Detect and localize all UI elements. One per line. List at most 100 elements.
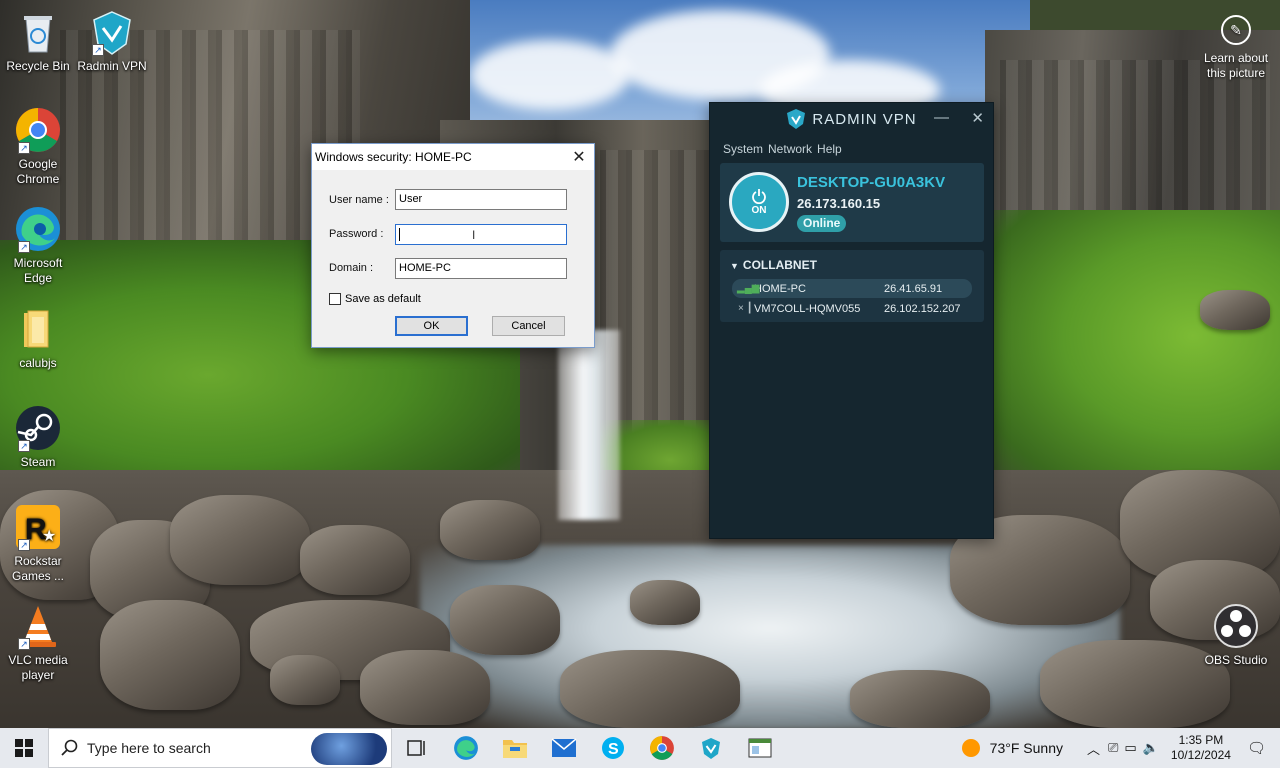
weather-widget[interactable]: 73°F Sunny <box>961 739 1063 757</box>
desktop-icon-label: Steam <box>20 455 56 469</box>
taskbar-radmin-vpn[interactable] <box>686 728 735 768</box>
network-header[interactable]: ▼ COLLABNET <box>730 258 817 272</box>
vpn-brand: RADMIN VPN <box>812 110 917 128</box>
system-tray: 73°F Sunny ︿ ⎚ ▭ 🔈 1:35 PM 10/12/2024 🗨 <box>961 728 1280 768</box>
desktop-icon-radmin-vpn[interactable]: ↗ Radmin VPN <box>74 8 150 74</box>
learn-label: Learn about this picture <box>1203 51 1269 80</box>
vlc-icon: ↗ <box>14 602 62 650</box>
dialog-close-button[interactable]: ✕ <box>564 144 594 170</box>
power-label: ON <box>751 205 767 216</box>
chevron-down-icon: ▼ <box>730 261 739 271</box>
dialog-titlebar[interactable]: Windows security: HOME-PC ✕ <box>312 144 594 170</box>
weather-text: 73°F Sunny <box>989 740 1063 756</box>
search-highlight-image <box>311 733 387 765</box>
folder-icon <box>14 305 62 353</box>
peer-ip: 26.41.65.91 <box>884 282 943 295</box>
taskbar: Type here to search S 73°F Sunny ︿ ⎚ ▭ 🔈… <box>0 728 1280 768</box>
taskbar-edge[interactable] <box>441 728 490 768</box>
vpn-menu-bar: System Network Help <box>723 142 842 156</box>
taskbar-file-explorer[interactable] <box>490 728 539 768</box>
domain-field[interactable]: HOME-PC <box>395 258 567 279</box>
desktop-icon-vlc[interactable]: ↗ VLC media player <box>0 602 76 683</box>
taskbar-chrome[interactable] <box>637 728 686 768</box>
menu-system[interactable]: System <box>723 142 763 156</box>
desktop-icon-microsoft-edge[interactable]: ↗ Microsoft Edge <box>0 205 76 286</box>
windows-security-dialog: Windows security: HOME-PC ✕ User name : … <box>311 143 595 348</box>
display-icon[interactable]: ▭ <box>1124 740 1136 756</box>
radmin-icon: ↗ <box>88 8 136 56</box>
desktop-icon-recycle-bin[interactable]: Recycle Bin <box>0 8 76 74</box>
learn-about-picture[interactable]: ✎ Learn about this picture <box>1196 15 1276 81</box>
window-app-icon <box>748 738 771 758</box>
taskbar-window-app[interactable] <box>735 728 784 768</box>
camera-icon: ✎ <box>1221 15 1251 45</box>
clock[interactable]: 1:35 PM 10/12/2024 <box>1171 733 1231 763</box>
vpn-titlebar[interactable]: RADMIN VPN — ✕ <box>710 103 993 135</box>
start-button[interactable] <box>0 728 48 768</box>
checkbox-box[interactable] <box>329 293 341 305</box>
username-field[interactable]: User <box>395 189 567 210</box>
cancel-button[interactable]: Cancel <box>492 316 565 336</box>
desktop-icon-label: calubjs <box>19 356 57 370</box>
desktop-icon-obs-studio[interactable]: OBS Studio <box>1198 602 1274 668</box>
desktop-icon-calubjs[interactable]: calubjs <box>0 305 76 371</box>
desktop-icon-rockstar-games[interactable]: R ★ ↗ Rockstar Games ... <box>0 503 76 584</box>
peer-row[interactable]: ▂▄▆ HOME-PC 26.41.65.91 <box>732 279 972 298</box>
text-cursor-icon: I <box>472 228 476 242</box>
peer-name: HOME-PC <box>754 282 806 295</box>
chevron-up-icon[interactable]: ︿ <box>1087 739 1100 758</box>
save-default-checkbox[interactable]: Save as default <box>329 293 421 305</box>
vpn-close-button[interactable]: ✕ <box>971 109 984 127</box>
status-badge: Online <box>797 215 847 232</box>
radmin-vpn-window: RADMIN VPN — ✕ System Network Help ON DE… <box>709 102 994 539</box>
menu-network[interactable]: Network <box>768 142 812 156</box>
desktop-icon-label: Rockstar Games ... <box>11 554 64 583</box>
desktop-icon-google-chrome[interactable]: ↗ Google Chrome <box>0 106 76 187</box>
local-ip: 26.173.160.15 <box>797 196 881 211</box>
network-name: COLLABNET <box>742 258 817 272</box>
network-group: ▼ COLLABNET ▂▄▆ HOME-PC 26.41.65.91 × ┃ V… <box>720 250 984 322</box>
save-default-label: Save as default <box>345 293 421 305</box>
power-button[interactable]: ON <box>729 172 789 232</box>
notification-icon[interactable]: 🗨 <box>1247 739 1266 757</box>
domain-label: Domain : <box>329 262 374 274</box>
edge-icon: ↗ <box>14 205 62 253</box>
local-hostname: DESKTOP-GU0A3KV <box>797 174 946 191</box>
offline-icon: × ┃ <box>738 303 753 314</box>
volume-icon[interactable]: 🔈 <box>1143 740 1159 756</box>
sun-icon <box>961 739 980 757</box>
taskbar-search-box[interactable]: Type here to search <box>48 728 392 768</box>
power-icon <box>752 189 766 204</box>
network-icon[interactable]: ⎚ <box>1108 740 1118 756</box>
minimize-button[interactable]: — <box>934 109 949 126</box>
text-caret <box>399 228 400 241</box>
peer-row[interactable]: × ┃ VM7COLL-HQMV055 26.102.152.207 <box>732 299 972 318</box>
steam-icon: ↗ <box>14 404 62 452</box>
desktop-icon-label: Recycle Bin <box>6 59 70 73</box>
peer-name: VM7COLL-HQMV055 <box>754 302 861 315</box>
ok-button[interactable]: OK <box>395 316 468 336</box>
local-machine-card: ON DESKTOP-GU0A3KV 26.173.160.15 Online <box>720 163 984 242</box>
menu-help[interactable]: Help <box>817 142 842 156</box>
rockstar-icon: R ★ ↗ <box>14 503 62 551</box>
radmin-logo-icon <box>787 109 806 129</box>
password-field[interactable]: I <box>395 224 567 245</box>
svg-text:S: S <box>608 741 619 758</box>
taskbar-mail[interactable] <box>539 728 588 768</box>
obs-icon <box>1212 602 1260 650</box>
folder-icon <box>502 740 527 758</box>
desktop-icon-label: Google Chrome <box>16 157 60 186</box>
task-view-icon <box>406 740 425 756</box>
desktop-icon-label: Microsoft Edge <box>13 256 63 285</box>
desktop-icon-steam[interactable]: ↗ Steam <box>0 404 76 470</box>
clock-date: 10/12/2024 <box>1170 748 1231 762</box>
windows-logo-icon <box>15 739 33 757</box>
chrome-icon <box>649 736 674 760</box>
clock-time: 1:35 PM <box>1178 733 1224 747</box>
password-label: Password : <box>329 228 384 240</box>
task-view-button[interactable] <box>392 728 441 768</box>
search-icon <box>61 739 78 756</box>
desktop-icon-label: Radmin VPN <box>77 59 147 73</box>
taskbar-skype[interactable]: S <box>588 728 637 768</box>
desktop-wallpaper <box>0 0 1280 728</box>
